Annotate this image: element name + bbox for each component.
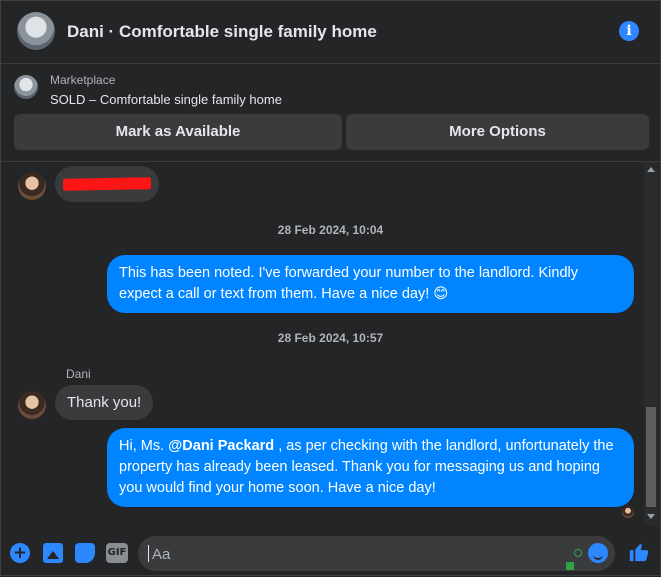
redaction-mark [62, 177, 152, 191]
info-icon[interactable]: i [619, 21, 639, 41]
timestamp: 28 Feb 2024, 10:57 [277, 331, 384, 345]
image-icon[interactable] [43, 543, 63, 563]
emoji-icon[interactable] [588, 543, 608, 563]
chat-title[interactable]: Dani · Comfortable single family home [67, 22, 377, 42]
message-input[interactable] [150, 536, 574, 573]
sender-avatar[interactable] [18, 391, 46, 419]
gif-icon[interactable]: GIF [106, 543, 128, 563]
messenger-chat-window: Dani · Comfortable single family home i … [0, 0, 661, 576]
marketplace-avatar [14, 75, 38, 99]
marketplace-label: Marketplace [50, 73, 116, 87]
message-text: Hi, Ms. [119, 438, 169, 454]
listing-avatar[interactable] [17, 12, 55, 50]
message-input-container[interactable] [138, 536, 615, 573]
chat-header: Dani · Comfortable single family home i [1, 1, 660, 64]
timestamp: 28 Feb 2024, 10:04 [277, 223, 384, 237]
message-thread: 28 Feb 2024, 10:04 This has been noted. … [1, 161, 660, 527]
message-composer: + GIF [1, 527, 660, 577]
thumbs-up-icon[interactable] [628, 541, 650, 563]
sender-name: Dani [66, 367, 91, 381]
more-options-button[interactable]: More Options [346, 114, 649, 150]
mark-as-available-button[interactable]: Mark as Available [14, 114, 342, 150]
sticker-icon[interactable] [75, 543, 95, 563]
mention-link[interactable]: @Dani Packard [168, 438, 274, 454]
scroll-down-arrow-icon[interactable] [647, 514, 655, 519]
redacted-message-bubble[interactable] [55, 166, 159, 202]
scrollbar-thumb[interactable] [646, 407, 656, 507]
outgoing-message[interactable]: Hi, Ms. @Dani Packard , as per checking … [107, 428, 634, 507]
text-cursor [148, 545, 149, 562]
scroll-up-arrow-icon[interactable] [647, 167, 655, 172]
plus-icon[interactable]: + [10, 543, 30, 563]
listing-title[interactable]: SOLD – Comfortable single family home [50, 92, 282, 107]
sender-avatar[interactable] [18, 172, 46, 200]
outgoing-message[interactable]: This has been noted. I've forwarded your… [107, 255, 634, 313]
status-dot [574, 549, 582, 557]
status-indicator [566, 562, 574, 570]
seen-avatar [622, 506, 634, 518]
incoming-message[interactable]: Thank you! [55, 385, 154, 420]
